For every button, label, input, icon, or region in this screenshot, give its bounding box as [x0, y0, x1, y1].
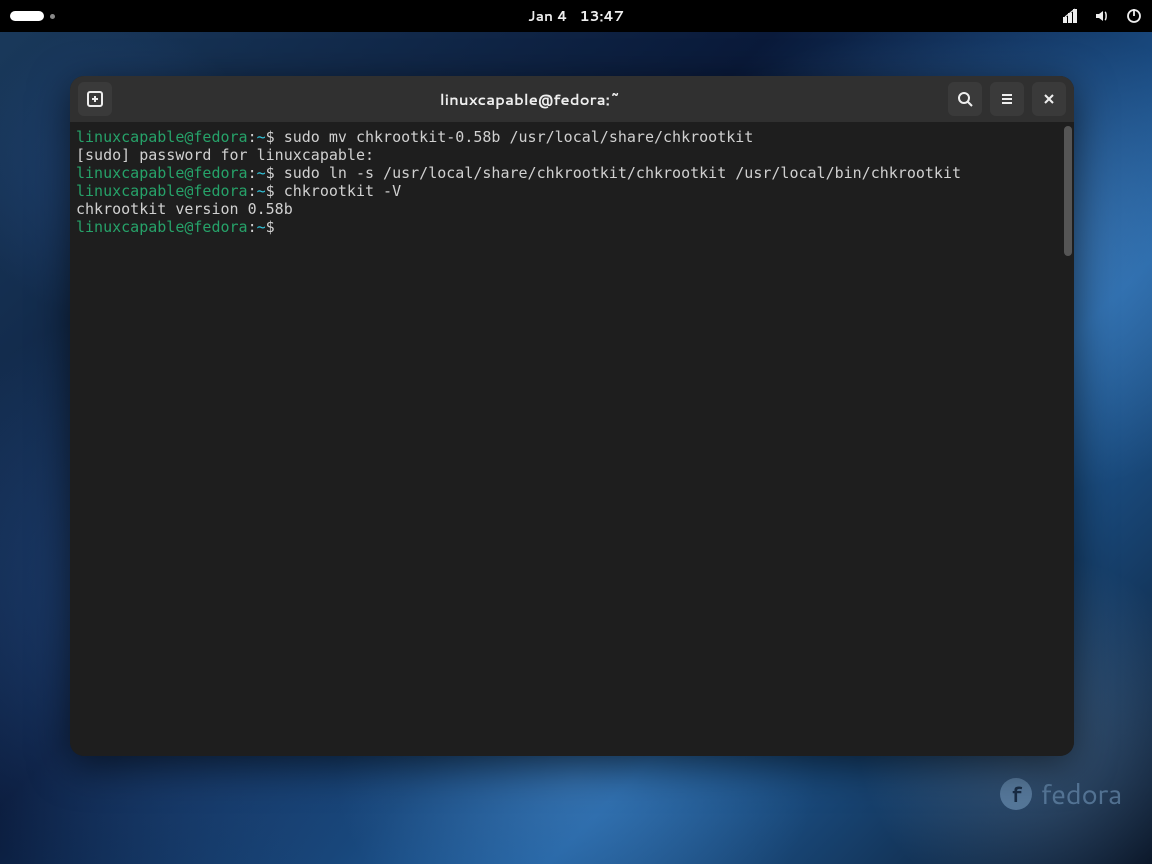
- terminal-body[interactable]: linuxcapable@fedora:~$ sudo mv chkrootki…: [70, 122, 1074, 756]
- search-icon: [957, 91, 973, 107]
- prompt-user: linuxcapable@fedora: [76, 164, 248, 182]
- hamburger-icon: [999, 91, 1015, 107]
- topbar-time: 13:47: [580, 6, 625, 26]
- prompt-sep: :: [248, 128, 257, 146]
- prompt-path: ~: [257, 128, 266, 146]
- terminal-line: linuxcapable@fedora:~$: [76, 218, 1068, 236]
- terminal-window: linuxcapable@fedora:~ linuxcapable@fedor…: [70, 76, 1074, 756]
- output-text: [sudo] password for linuxcapable:: [76, 146, 383, 164]
- close-icon: [1041, 91, 1057, 107]
- fedora-icon: f: [1000, 778, 1032, 810]
- plus-icon: [87, 91, 103, 107]
- activities-area[interactable]: [10, 11, 55, 21]
- power-icon: [1126, 8, 1142, 24]
- output-text: chkrootkit version 0.58b: [76, 200, 293, 218]
- prompt-sep: :: [248, 218, 257, 236]
- terminal-titlebar: linuxcapable@fedora:~: [70, 76, 1074, 122]
- gnome-topbar: Jan 4 13:47: [0, 0, 1152, 32]
- command-text: sudo ln -s /usr/local/share/chkrootkit/c…: [275, 164, 961, 182]
- prompt-path: ~: [257, 164, 266, 182]
- volume-icon: [1094, 8, 1110, 24]
- menu-button[interactable]: [990, 82, 1024, 116]
- terminal-line: linuxcapable@fedora:~$ chkrootkit -V: [76, 182, 1068, 200]
- terminal-line: linuxcapable@fedora:~$ sudo mv chkrootki…: [76, 128, 1068, 146]
- fedora-text: fedora: [1040, 774, 1122, 814]
- prompt-symbol: $: [266, 218, 275, 236]
- prompt-path: ~: [257, 182, 266, 200]
- terminal-scrollbar[interactable]: [1064, 126, 1072, 256]
- prompt-symbol: $: [266, 182, 275, 200]
- terminal-title: linuxcapable@fedora:~: [120, 89, 940, 110]
- clock-area[interactable]: Jan 4 13:47: [528, 6, 624, 26]
- prompt-user: linuxcapable@fedora: [76, 128, 248, 146]
- topbar-date: Jan 4: [528, 6, 568, 26]
- prompt-user: linuxcapable@fedora: [76, 182, 248, 200]
- prompt-symbol: $: [266, 164, 275, 182]
- prompt-user: linuxcapable@fedora: [76, 218, 248, 236]
- prompt-symbol: $: [266, 128, 275, 146]
- search-button[interactable]: [948, 82, 982, 116]
- terminal-line: [sudo] password for linuxcapable:: [76, 146, 1068, 164]
- new-tab-button[interactable]: [78, 82, 112, 116]
- workspace-dot-icon: [50, 14, 55, 19]
- command-text: [275, 218, 284, 236]
- prompt-sep: :: [248, 164, 257, 182]
- terminal-line: linuxcapable@fedora:~$ sudo ln -s /usr/l…: [76, 164, 1068, 182]
- command-text: chkrootkit -V: [275, 182, 401, 200]
- prompt-sep: :: [248, 182, 257, 200]
- activities-pill-icon: [10, 11, 44, 21]
- close-button[interactable]: [1032, 82, 1066, 116]
- command-text: sudo mv chkrootkit-0.58b /usr/local/shar…: [275, 128, 754, 146]
- network-icon: [1062, 8, 1078, 24]
- prompt-path: ~: [257, 218, 266, 236]
- fedora-watermark: f fedora: [1000, 774, 1122, 814]
- terminal-line: chkrootkit version 0.58b: [76, 200, 1068, 218]
- system-status-area[interactable]: [1062, 8, 1142, 24]
